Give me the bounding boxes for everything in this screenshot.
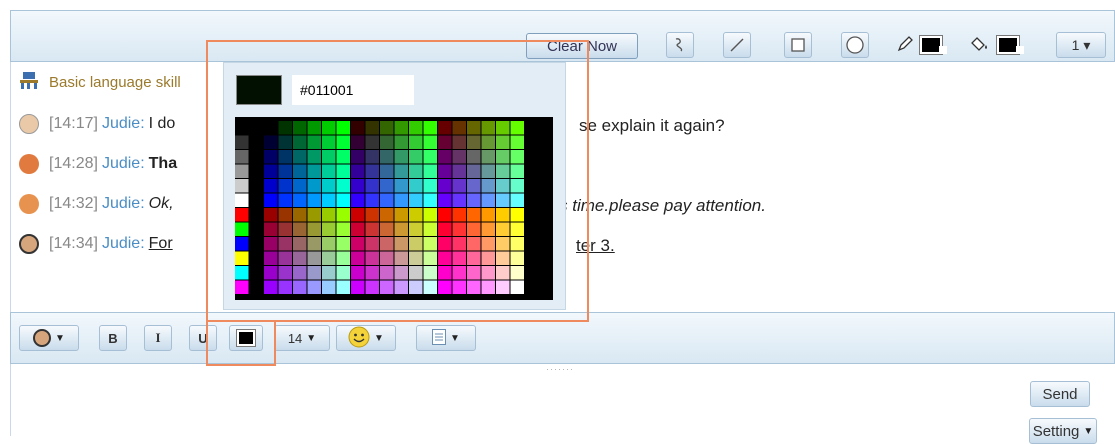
message-text: For xyxy=(148,235,173,252)
message-user[interactable]: Judie: xyxy=(102,235,145,253)
message-text: Ok, xyxy=(148,195,174,212)
ellipse-tool-icon[interactable] xyxy=(841,32,869,58)
message-input-area[interactable]: ······· Send Setting ▼ xyxy=(10,364,1115,444)
fill-color-dropdown-icon xyxy=(1016,46,1024,54)
avatar xyxy=(19,234,39,254)
message-time: [14:32] xyxy=(49,195,98,212)
line-width-select[interactable]: 1 ▾ xyxy=(1056,32,1106,58)
avatar-select-button[interactable]: ▼ xyxy=(19,325,79,351)
message-text-tail: se explain it again? xyxy=(579,116,725,135)
align-select-button[interactable]: ▼ xyxy=(416,325,476,351)
stroke-color-button[interactable] xyxy=(896,32,947,58)
message-time: [14:28] xyxy=(49,155,98,172)
chevron-down-icon: ▼ xyxy=(1083,425,1094,437)
chat-message: [14:17] Judie: I do xyxy=(19,114,175,134)
chevron-down-icon: ▼ xyxy=(55,332,65,344)
message-user[interactable]: Judie: xyxy=(102,155,145,173)
chevron-down-icon: ▼ xyxy=(374,332,384,344)
chat-message: [14:34] Judie: For xyxy=(19,234,173,254)
highlight-box-text-color xyxy=(206,322,276,366)
line-tool-icon[interactable] xyxy=(723,32,751,58)
avatar-icon xyxy=(33,329,52,347)
setting-label: Setting xyxy=(1032,422,1080,440)
chevron-down-icon: ▼ xyxy=(306,332,317,344)
resize-grip[interactable]: ······· xyxy=(546,364,574,374)
stroke-color-dropdown-icon xyxy=(939,46,947,54)
message-text: I do xyxy=(148,115,176,132)
bold-button[interactable]: B xyxy=(99,325,127,351)
group-icon xyxy=(19,70,39,95)
chevron-down-icon: ▼ xyxy=(450,332,460,344)
message-time: [14:17] xyxy=(49,115,98,132)
message-user[interactable]: Judie: xyxy=(102,195,145,213)
setting-button[interactable]: Setting ▼ xyxy=(1029,418,1097,444)
highlight-box-picker xyxy=(206,40,589,322)
pencil-icon xyxy=(896,35,914,56)
rectangle-tool-icon[interactable] xyxy=(784,32,812,58)
align-icon xyxy=(432,328,447,348)
freehand-pen-icon[interactable] xyxy=(666,32,694,58)
system-message-text: Basic language skill xyxy=(49,74,181,91)
avatar xyxy=(19,154,39,174)
message-user[interactable]: Judie: xyxy=(102,115,145,133)
system-message: Basic language skill xyxy=(19,70,181,95)
font-size-value: 14 xyxy=(287,330,303,346)
chat-message: [14:32] Judie: Ok, xyxy=(19,194,174,214)
send-button[interactable]: Send xyxy=(1030,381,1090,407)
chat-message: [14:28] Judie: Tha xyxy=(19,154,177,174)
font-size-select[interactable]: 14 ▼ xyxy=(274,325,330,351)
avatar xyxy=(19,114,39,134)
emoticon-select-button[interactable]: ▼ xyxy=(336,325,396,351)
fill-color-button[interactable] xyxy=(971,32,1024,58)
avatar xyxy=(19,194,39,214)
paint-bucket-icon xyxy=(971,35,991,56)
message-text: Tha xyxy=(148,155,178,172)
italic-button[interactable]: I xyxy=(144,325,172,351)
smiley-icon xyxy=(348,326,370,351)
message-text-tail: s time.please pay attention. xyxy=(559,196,766,215)
message-time: [14:34] xyxy=(49,235,98,252)
